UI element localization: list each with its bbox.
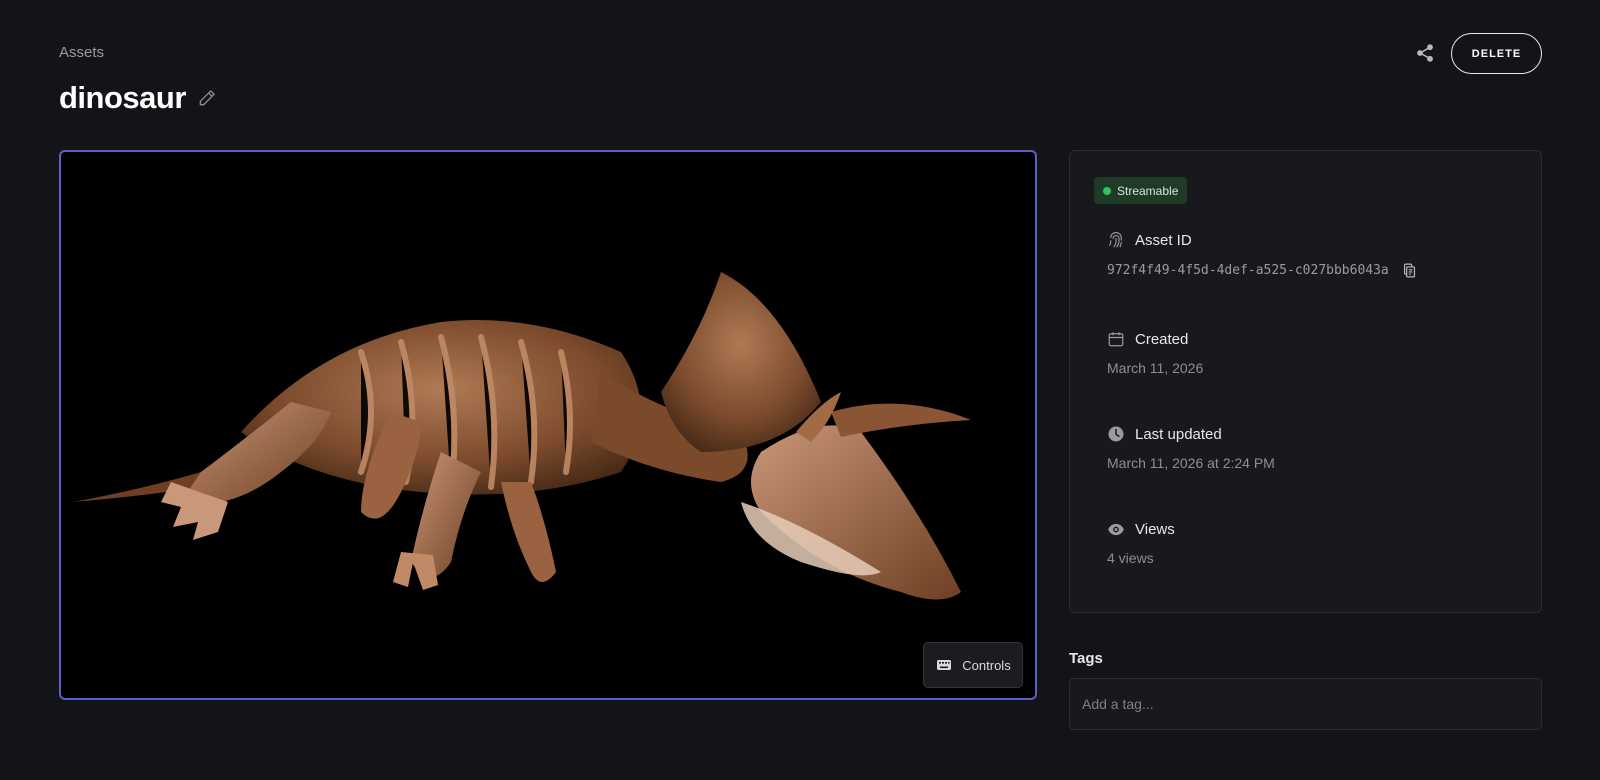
page-title: dinosaur xyxy=(59,80,186,115)
breadcrumb-assets[interactable]: Assets xyxy=(59,44,104,61)
last-updated-field: Last updated March 11, 2026 at 2:24 PM xyxy=(1107,425,1275,472)
asset-detail-page: Assets dinosaur DELETE Controls Streamab… xyxy=(0,0,1600,780)
asset-id-label: Asset ID xyxy=(1135,231,1192,249)
asset-id-field: Asset ID 972f4f49-4f5d-4def-a525-c027bbb… xyxy=(1107,231,1419,279)
keyboard-icon xyxy=(935,656,953,674)
model-viewer[interactable]: Controls xyxy=(59,150,1037,700)
title-row: dinosaur xyxy=(59,80,218,116)
asset-id-value[interactable]: 972f4f49-4f5d-4def-a525-c027bbb6043a xyxy=(1107,263,1389,278)
dinosaur-skeleton-model[interactable] xyxy=(61,152,1035,698)
clock-icon xyxy=(1107,425,1125,443)
status-badge-label: Streamable xyxy=(1117,183,1179,198)
controls-button[interactable]: Controls xyxy=(923,642,1023,688)
status-badge: Streamable xyxy=(1094,177,1188,204)
add-tag-input[interactable] xyxy=(1069,678,1542,730)
controls-label: Controls xyxy=(962,657,1011,673)
views-label: Views xyxy=(1135,520,1175,538)
created-field: Created March 11, 2026 xyxy=(1107,330,1204,377)
pencil-icon[interactable] xyxy=(196,87,218,109)
copy-icon[interactable] xyxy=(1401,261,1419,279)
views-field: Views 4 views xyxy=(1107,520,1175,567)
views-value: 4 views xyxy=(1107,550,1154,566)
status-dot xyxy=(1103,186,1111,195)
tags-label: Tags xyxy=(1069,650,1103,667)
delete-button[interactable]: DELETE xyxy=(1451,33,1542,74)
last-updated-label: Last updated xyxy=(1135,425,1222,443)
eye-icon xyxy=(1107,520,1125,538)
last-updated-value: March 11, 2026 at 2:24 PM xyxy=(1107,455,1275,471)
share-icon[interactable] xyxy=(1414,42,1436,64)
calendar-icon xyxy=(1107,330,1125,348)
fingerprint-icon xyxy=(1107,231,1125,249)
created-value: March 11, 2026 xyxy=(1107,360,1204,376)
asset-info-card: Streamable Asset ID 972f4f49-4f5d-4def-a… xyxy=(1069,150,1542,613)
created-label: Created xyxy=(1135,330,1189,348)
